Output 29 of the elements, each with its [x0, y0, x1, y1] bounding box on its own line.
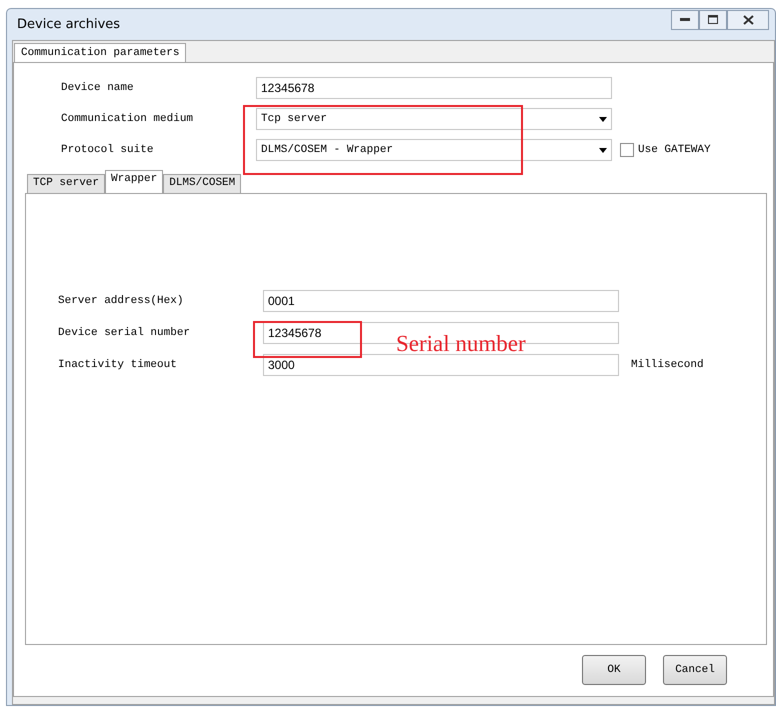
- input-field[interactable]: 12345678: [256, 77, 612, 99]
- field-label: Communication medium: [61, 113, 194, 125]
- field-label: Protocol suite: [61, 144, 154, 156]
- maximize-button[interactable]: [699, 10, 727, 30]
- tab[interactable]: TCP server: [27, 174, 106, 193]
- close-button[interactable]: [727, 10, 769, 30]
- dropdown[interactable]: Tcp server: [256, 108, 612, 130]
- dialog-button[interactable]: Cancel: [663, 655, 727, 685]
- dialog-button[interactable]: OK: [582, 655, 646, 685]
- caret-icon: [599, 116, 607, 122]
- tab[interactable]: DLMS/COSEM: [163, 174, 242, 193]
- window-title: Device archives: [17, 17, 122, 32]
- unit-label: Millisecond: [631, 359, 704, 371]
- maximize-icon: [708, 15, 718, 24]
- close-icon: [742, 14, 754, 24]
- input-field[interactable]: 3000: [263, 354, 619, 376]
- minimize-icon: [680, 18, 690, 22]
- field-label: Device serial number: [58, 327, 192, 339]
- checkbox[interactable]: [620, 143, 634, 157]
- dropdown[interactable]: DLMS/COSEM - Wrapper: [256, 139, 612, 161]
- input-field[interactable]: 0001: [263, 290, 619, 312]
- field-label: Device name: [61, 82, 135, 94]
- field-label: Inactivity timeout: [58, 359, 178, 371]
- checkbox-label: Use GATEWAY: [638, 144, 711, 156]
- field-label: Server address(Hex): [58, 295, 184, 307]
- minimize-button[interactable]: [671, 10, 699, 30]
- caret-icon: [599, 148, 607, 152]
- tab[interactable]: Wrapper: [105, 170, 164, 193]
- tab[interactable]: Communication parameters: [14, 43, 186, 62]
